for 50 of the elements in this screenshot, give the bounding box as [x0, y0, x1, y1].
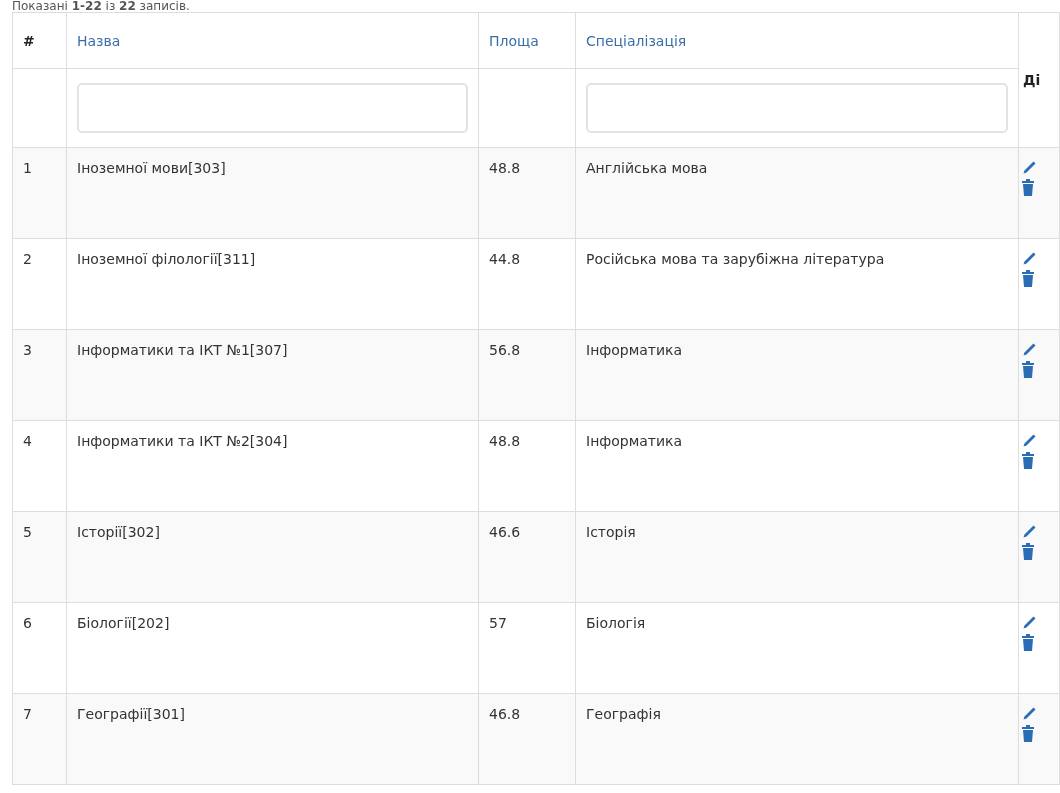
table-cell: 3	[23, 342, 32, 358]
table-cell: Біології[202]	[77, 615, 170, 631]
table-cell: Російська мова та зарубіжна література	[586, 251, 885, 267]
pencil-icon[interactable]	[1021, 251, 1037, 267]
table-cell: Географії[301]	[77, 706, 185, 722]
trash-icon[interactable]	[1021, 634, 1035, 651]
trash-icon[interactable]	[1021, 270, 1035, 287]
sort-link[interactable]: Площа	[489, 32, 539, 49]
table-cell: 56.8	[489, 342, 521, 358]
pencil-icon[interactable]	[1021, 706, 1037, 722]
trash-icon[interactable]	[1021, 543, 1035, 560]
column-header: Ді	[1023, 72, 1041, 88]
filter-input[interactable]	[77, 83, 468, 133]
table-cell: 48.8	[489, 160, 521, 176]
pencil-icon[interactable]	[1021, 433, 1037, 449]
table-cell: Інформатики та ІКТ №1[307]	[77, 342, 288, 358]
trash-icon[interactable]	[1021, 725, 1035, 742]
trash-icon[interactable]	[1021, 361, 1035, 378]
table-cell: 57	[489, 615, 507, 631]
table-cell: Історії[302]	[77, 524, 160, 540]
table-cell: Інформатики та ІКТ №2[304]	[77, 433, 288, 449]
table-cell: 44.8	[489, 251, 521, 267]
table-cell: Інформатика	[586, 342, 683, 358]
table-cell: Біологія	[586, 615, 646, 631]
table-cell: 2	[23, 251, 32, 267]
table-cell: Географія	[586, 706, 661, 722]
sort-link[interactable]: Назва	[77, 32, 121, 49]
pencil-icon[interactable]	[1021, 615, 1037, 631]
table-cell: Англійська мова	[586, 160, 708, 176]
table-cell: 48.8	[489, 433, 521, 449]
pencil-icon[interactable]	[1021, 342, 1037, 358]
table-cell: 1	[23, 160, 32, 176]
summary-text: Показані 1-22 із 22 записів.	[11, 0, 191, 12]
trash-icon[interactable]	[1021, 452, 1035, 469]
column-header: #	[23, 32, 35, 49]
table-cell: 5	[23, 524, 32, 540]
table-cell: Іноземної мови[303]	[77, 160, 226, 176]
table-cell: Історія	[586, 524, 636, 540]
table-cell: 6	[23, 615, 32, 631]
table-cell: 46.8	[489, 706, 521, 722]
table-cell: Іноземної філології[311]	[77, 251, 256, 267]
pencil-icon[interactable]	[1021, 160, 1037, 176]
sort-link[interactable]: Спеціалізація	[586, 32, 687, 49]
table-cell: Інформатика	[586, 433, 683, 449]
pencil-icon[interactable]	[1021, 524, 1037, 540]
trash-icon[interactable]	[1021, 179, 1035, 196]
filter-input[interactable]	[586, 83, 1008, 133]
table-cell: 4	[23, 433, 32, 449]
table-cell: 46.6	[489, 524, 521, 540]
table-cell: 7	[23, 706, 32, 722]
